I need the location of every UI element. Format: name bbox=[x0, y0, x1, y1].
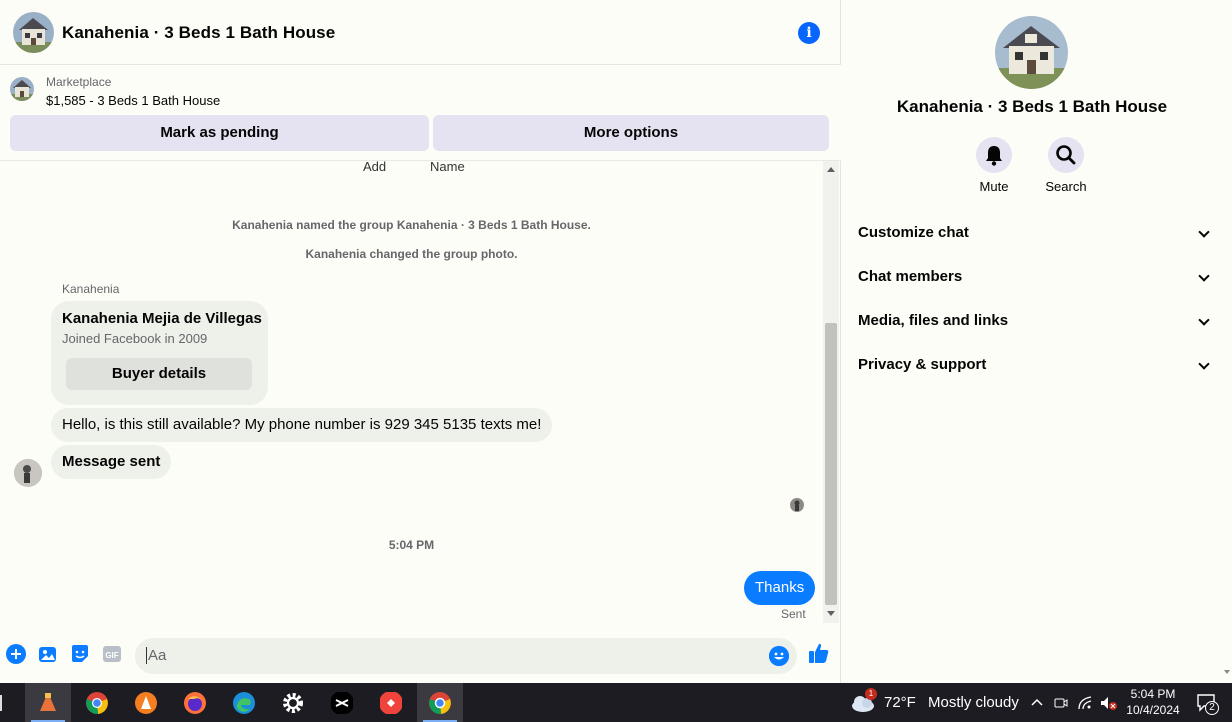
sent-status: Sent bbox=[781, 607, 806, 621]
meet-now-icon[interactable] bbox=[1053, 695, 1069, 711]
search-icon bbox=[1056, 145, 1076, 165]
chat-title[interactable]: Kanahenia · 3 Beds 1 Bath House bbox=[62, 23, 335, 43]
clock-time: 5:04 PM bbox=[1130, 687, 1176, 701]
incoming-message[interactable]: Message sent bbox=[51, 445, 172, 479]
taskbar-app-anydesk[interactable] bbox=[368, 683, 414, 722]
paint-app-icon bbox=[40, 693, 56, 711]
anydesk-icon bbox=[380, 692, 402, 714]
group-avatar[interactable] bbox=[13, 12, 54, 53]
clock-date: 10/4/2024 bbox=[1126, 703, 1180, 717]
sender-avatar[interactable] bbox=[14, 459, 42, 487]
buyer-card: Kanahenia Mejia de Villegas Joined Faceb… bbox=[51, 301, 268, 405]
buyer-details-button[interactable]: Buyer details bbox=[66, 358, 252, 390]
avast-icon bbox=[135, 692, 157, 714]
scrollbar-thumb[interactable] bbox=[825, 323, 837, 605]
composer: GIF Aa bbox=[0, 623, 841, 683]
taskbar-app-avast[interactable] bbox=[123, 683, 169, 722]
section-label: Chat members bbox=[858, 268, 963, 285]
incoming-message[interactable]: Hello, is this still available? My phone… bbox=[51, 408, 553, 442]
chevron-down-icon bbox=[1198, 270, 1210, 282]
emoji-icon[interactable] bbox=[769, 646, 789, 666]
privacy-support-section[interactable]: Privacy & support bbox=[858, 350, 1210, 380]
message-placeholder: Aa bbox=[146, 647, 167, 664]
marketplace-banner: Marketplace $1,585 - 3 Beds 1 Bath House… bbox=[0, 65, 841, 161]
notification-count: 2 bbox=[1205, 701, 1219, 715]
taskbar-app-firefox[interactable] bbox=[172, 683, 218, 722]
system-message: Kanahenia named the group Kanahenia · 3 … bbox=[232, 218, 591, 232]
buyer-joined: Joined Facebook in 2009 bbox=[62, 331, 208, 346]
chevron-up-icon[interactable] bbox=[1029, 695, 1045, 711]
outgoing-message[interactable]: Thanks bbox=[744, 571, 816, 605]
system-message: Kanahenia changed the group photo. bbox=[305, 247, 518, 261]
mute-button[interactable]: Mute bbox=[964, 137, 1024, 194]
listing-title[interactable]: $1,585 - 3 Beds 1 Bath House bbox=[46, 93, 220, 108]
mark-as-pending-button[interactable]: Mark as pending bbox=[10, 115, 429, 151]
scroll-down-icon[interactable] bbox=[827, 611, 835, 616]
chrome-profile-icon bbox=[429, 692, 451, 715]
mute-label: Mute bbox=[979, 179, 1009, 194]
scroll-down-icon[interactable] bbox=[1224, 670, 1230, 674]
chat-pane: Kanahenia · 3 Beds 1 Bath House i Market… bbox=[0, 0, 841, 683]
chevron-down-icon bbox=[1198, 358, 1210, 370]
edge-icon bbox=[233, 692, 255, 714]
wifi-icon[interactable] bbox=[1077, 695, 1093, 711]
weather-alert-badge: 1 bbox=[865, 688, 877, 700]
listing-thumbnail[interactable] bbox=[10, 77, 34, 101]
info-icon[interactable]: i bbox=[798, 22, 820, 44]
chrome-icon bbox=[86, 692, 108, 715]
name-chip[interactable]: Name bbox=[430, 161, 465, 174]
taskbar-app-capcut[interactable] bbox=[319, 683, 365, 722]
gif-icon[interactable]: GIF bbox=[102, 644, 122, 664]
weather-condition: Mostly cloudy bbox=[928, 694, 1019, 711]
bell-icon bbox=[986, 146, 1002, 166]
customize-chat-section[interactable]: Customize chat bbox=[858, 218, 1210, 248]
section-label: Media, files and links bbox=[858, 312, 1009, 329]
taskbar-app-chrome-profile[interactable] bbox=[417, 683, 463, 722]
section-label: Customize chat bbox=[858, 224, 969, 241]
plus-icon[interactable] bbox=[6, 644, 26, 664]
message-scrollbar[interactable] bbox=[823, 161, 839, 623]
message-timestamp: 5:04 PM bbox=[388, 538, 435, 552]
section-label: Privacy & support bbox=[858, 356, 987, 373]
photo-icon[interactable] bbox=[38, 644, 58, 664]
volume-muted-icon[interactable] bbox=[1100, 695, 1117, 711]
chat-header: Kanahenia · 3 Beds 1 Bath House i bbox=[0, 0, 841, 65]
taskbar-app-paint[interactable] bbox=[25, 683, 71, 722]
group-photo[interactable] bbox=[995, 16, 1068, 89]
more-options-button[interactable]: More options bbox=[433, 115, 829, 151]
thumbs-up-icon[interactable] bbox=[808, 642, 830, 664]
taskbar-app-chrome[interactable] bbox=[74, 683, 120, 722]
chat-members-section[interactable]: Chat members bbox=[858, 262, 1210, 292]
sender-name: Kanahenia bbox=[62, 282, 120, 296]
notification-center-icon[interactable]: 2 bbox=[1196, 692, 1219, 715]
search-button[interactable]: Search bbox=[1036, 137, 1096, 194]
search-label: Search bbox=[1045, 179, 1087, 194]
scroll-up-icon[interactable] bbox=[827, 167, 835, 172]
windows-taskbar: 1 72°F Mostly cloudy 5:04 PM 10/4/2024 2 bbox=[0, 683, 1232, 722]
media-files-links-section[interactable]: Media, files and links bbox=[858, 306, 1210, 336]
message-input[interactable]: Aa bbox=[135, 638, 797, 674]
start-edge-icon[interactable] bbox=[0, 695, 6, 711]
buyer-name: Kanahenia Mejia de Villegas bbox=[62, 310, 262, 327]
taskbar-app-settings[interactable] bbox=[270, 683, 316, 722]
add-chip[interactable]: Add bbox=[363, 161, 386, 174]
sticker-icon[interactable] bbox=[70, 644, 90, 664]
chevron-down-icon bbox=[1198, 314, 1210, 326]
gif-label: GIF bbox=[105, 651, 118, 660]
system-clock[interactable]: 5:04 PM 10/4/2024 bbox=[1121, 686, 1185, 718]
taskbar-app-edge[interactable] bbox=[221, 683, 267, 722]
message-list: Add Name Kanahenia named the group Kanah… bbox=[0, 161, 823, 623]
seen-indicator-avatar bbox=[790, 498, 804, 512]
info-title: Kanahenia · 3 Beds 1 Bath House bbox=[896, 97, 1168, 116]
chevron-down-icon bbox=[1198, 226, 1210, 238]
info-pane: Kanahenia · 3 Beds 1 Bath House Mute Sea… bbox=[842, 0, 1232, 683]
capcut-icon bbox=[331, 692, 353, 714]
gear-icon bbox=[283, 693, 303, 713]
marketplace-label: Marketplace bbox=[46, 75, 112, 89]
weather-temp: 72°F bbox=[884, 694, 916, 711]
firefox-icon bbox=[184, 692, 206, 714]
